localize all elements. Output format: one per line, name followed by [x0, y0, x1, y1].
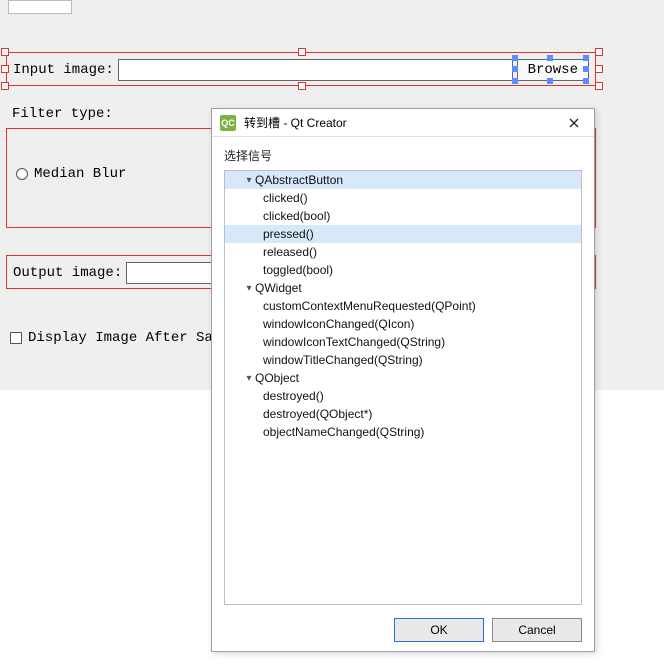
- layout-handle: [596, 49, 602, 55]
- tree-item-label: customContextMenuRequested(QPoint): [263, 299, 476, 313]
- layout-handle: [299, 83, 305, 89]
- tree-item[interactable]: customContextMenuRequested(QPoint): [225, 297, 581, 315]
- median-blur-label: Median Blur: [34, 166, 126, 182]
- tree-item[interactable]: clicked(bool): [225, 207, 581, 225]
- tree-group[interactable]: ▾QObject: [225, 369, 581, 387]
- tree-item-label: clicked(bool): [263, 209, 330, 223]
- chevron-down-icon[interactable]: ▾: [243, 373, 255, 384]
- tree-item-label: toggled(bool): [263, 263, 333, 277]
- tree-item[interactable]: destroyed(QObject*): [225, 405, 581, 423]
- layout-handle: [2, 66, 8, 72]
- qtcreator-icon: QC: [220, 115, 236, 131]
- tree-item-label: objectNameChanged(QString): [263, 425, 424, 439]
- cancel-button[interactable]: Cancel: [492, 618, 582, 642]
- tree-item-label: windowIconTextChanged(QString): [263, 335, 445, 349]
- tree-item[interactable]: clicked(): [225, 189, 581, 207]
- layout-handle: [596, 66, 602, 72]
- tree-item-label: windowIconChanged(QIcon): [263, 317, 414, 331]
- tree-item-label: windowTitleChanged(QString): [263, 353, 423, 367]
- dialog-button-bar: OK Cancel: [212, 609, 594, 651]
- display-after-save-label: Display Image After Sav: [28, 330, 221, 346]
- input-row-frame: Input image: Browse: [6, 52, 596, 86]
- tree-group[interactable]: ▾QAbstractButton: [225, 171, 581, 189]
- input-image-label: Input image:: [13, 62, 114, 78]
- layout-handle: [2, 49, 8, 55]
- tree-item-label: pressed(): [263, 227, 314, 241]
- ok-button[interactable]: OK: [394, 618, 484, 642]
- selection-handle: [547, 55, 553, 61]
- selection-handle: [583, 66, 589, 72]
- selection-handle: [512, 66, 518, 72]
- tree-item[interactable]: toggled(bool): [225, 261, 581, 279]
- tree-item[interactable]: windowIconTextChanged(QString): [225, 333, 581, 351]
- layout-handle: [2, 83, 8, 89]
- tree-item[interactable]: destroyed(): [225, 387, 581, 405]
- chevron-down-icon[interactable]: ▾: [243, 283, 255, 294]
- selection-handle: [547, 78, 553, 84]
- select-signal-label: 选择信号: [224, 147, 582, 164]
- dialog-titlebar: QC 转到槽 - Qt Creator: [212, 109, 594, 137]
- goto-slot-dialog: QC 转到槽 - Qt Creator 选择信号 ▾QAbstractButto…: [211, 108, 595, 652]
- dialog-body: 选择信号 ▾QAbstractButtonclicked()clicked(bo…: [212, 137, 594, 609]
- median-blur-radio[interactable]: Median Blur: [16, 166, 126, 182]
- output-image-label: Output image:: [13, 265, 122, 281]
- chevron-down-icon[interactable]: ▾: [243, 175, 255, 186]
- widget-placeholder: [8, 0, 72, 14]
- tree-item-label: clicked(): [263, 191, 308, 205]
- tree-group-label: QWidget: [255, 281, 302, 295]
- dialog-title: 转到槽 - Qt Creator: [244, 114, 347, 131]
- display-after-save-checkbox[interactable]: Display Image After Sav: [10, 330, 221, 346]
- tree-item[interactable]: released(): [225, 243, 581, 261]
- layout-handle: [596, 83, 602, 89]
- tree-item-label: destroyed(): [263, 389, 324, 403]
- selection-handle: [583, 78, 589, 84]
- tree-group-label: QObject: [255, 371, 299, 385]
- tree-item[interactable]: objectNameChanged(QString): [225, 423, 581, 441]
- tree-item[interactable]: windowIconChanged(QIcon): [225, 315, 581, 333]
- tree-group[interactable]: ▾QWidget: [225, 279, 581, 297]
- tree-group-label: QAbstractButton: [255, 173, 343, 187]
- filter-type-label: Filter type:: [12, 106, 113, 122]
- selection-handle: [512, 78, 518, 84]
- radio-icon: [16, 168, 28, 180]
- close-button[interactable]: [560, 112, 588, 134]
- tree-item[interactable]: windowTitleChanged(QString): [225, 351, 581, 369]
- signal-tree[interactable]: ▾QAbstractButtonclicked()clicked(bool)pr…: [224, 170, 582, 605]
- tree-item[interactable]: pressed(): [225, 225, 581, 243]
- layout-handle: [299, 49, 305, 55]
- tree-item-label: released(): [263, 245, 317, 259]
- input-image-field[interactable]: [118, 59, 513, 81]
- close-icon: [569, 118, 579, 128]
- selection-handle: [583, 55, 589, 61]
- tree-item-label: destroyed(QObject*): [263, 407, 372, 421]
- selection-handle: [512, 55, 518, 61]
- checkbox-icon: [10, 332, 22, 344]
